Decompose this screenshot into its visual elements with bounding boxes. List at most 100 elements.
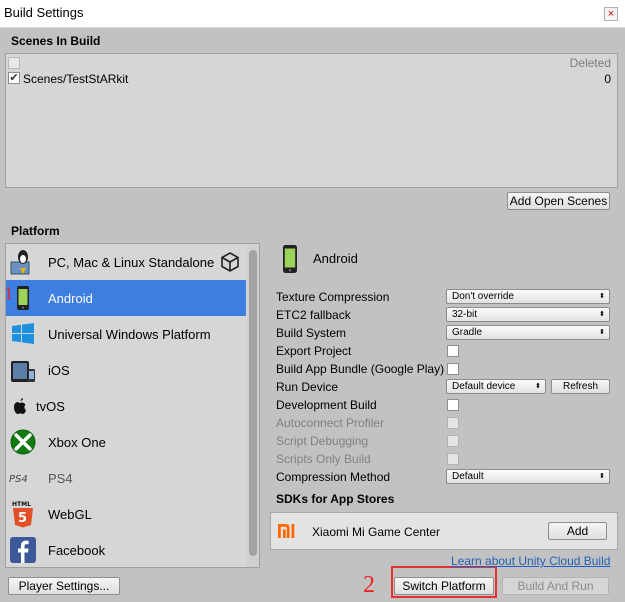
platform-label: PS4 — [48, 471, 73, 486]
cloud-build-link[interactable]: Learn about Unity Cloud Build — [451, 554, 610, 568]
chevron-updown-icon: ⬍ — [599, 293, 605, 300]
chevron-updown-icon: ⬍ — [599, 473, 605, 480]
facebook-icon — [9, 536, 37, 564]
chevron-updown-icon: ⬍ — [535, 383, 541, 390]
scripts-only-build-row: Scripts Only Build — [276, 450, 616, 468]
sdks-section-title: SDKs for App Stores — [276, 492, 395, 506]
add-sdk-button[interactable]: Add — [548, 522, 607, 540]
platform-item-tvos[interactable]: tvOS — [6, 388, 246, 424]
scripts-only-build-label: Scripts Only Build — [276, 452, 371, 466]
dropdown-value: Default device — [452, 381, 516, 392]
texture-compression-dropdown[interactable]: Don't override ⬍ — [446, 289, 610, 304]
etc2-fallback-label: ETC2 fallback — [276, 308, 351, 322]
compression-method-dropdown[interactable]: Default ⬍ — [446, 469, 610, 484]
export-project-checkbox[interactable] — [447, 345, 459, 357]
platform-item-uwp[interactable]: Universal Windows Platform — [6, 316, 246, 352]
platform-item-xbox[interactable]: Xbox One — [6, 424, 246, 460]
platform-label: Xbox One — [48, 435, 106, 450]
platform-item-android[interactable]: Android — [6, 280, 246, 316]
build-system-row: Build System Gradle ⬍ — [276, 324, 616, 342]
dropdown-value: Gradle — [452, 327, 483, 338]
platform-item-ios[interactable]: iOS — [6, 352, 246, 388]
platform-label: PC, Mac & Linux Standalone — [48, 255, 215, 270]
window-title: Build Settings — [4, 5, 84, 20]
platform-list-scrollbar[interactable] — [247, 244, 259, 567]
scene-index: 0 — [604, 72, 611, 86]
ps4-icon: PS4 — [9, 464, 37, 492]
pc-mac-linux-icon — [9, 248, 37, 276]
compression-method-label: Compression Method — [276, 470, 391, 484]
build-system-dropdown[interactable]: Gradle ⬍ — [446, 325, 610, 340]
ios-icon — [9, 356, 37, 384]
platform-label: Facebook — [48, 543, 106, 558]
xiaomi-icon — [277, 521, 299, 541]
platform-list: PC, Mac & Linux Standalone Android Unive… — [5, 243, 260, 568]
scenes-list: Deleted ✔ Scenes/TestStARkit 0 — [5, 53, 618, 188]
scenes-section-title: Scenes In Build — [11, 34, 101, 48]
scripts-only-build-checkbox — [447, 453, 459, 465]
build-app-bundle-label: Build App Bundle (Google Play) — [276, 362, 445, 376]
chevron-updown-icon: ⬍ — [599, 311, 605, 318]
settings-platform-title: Android — [313, 251, 358, 266]
script-debugging-checkbox — [447, 435, 459, 447]
scene-row[interactable]: ✔ Scenes/TestStARkit 0 — [6, 70, 617, 86]
svg-text:HTML: HTML — [12, 501, 31, 508]
platform-label: WebGL — [48, 507, 92, 522]
scrollbar-thumb[interactable] — [249, 250, 257, 556]
platform-section-title: Platform — [11, 224, 60, 238]
annotation-marker-2: 2 — [363, 572, 375, 598]
texture-compression-label: Texture Compression — [276, 290, 390, 304]
sdk-name: Xiaomi Mi Game Center — [312, 525, 441, 539]
development-build-checkbox[interactable] — [447, 399, 459, 411]
platform-item-webgl[interactable]: HTML 5 WebGL — [6, 496, 246, 532]
export-project-row: Export Project — [276, 342, 616, 360]
platform-label: iOS — [48, 363, 70, 378]
scene-checkbox[interactable]: ✔ — [8, 72, 20, 84]
player-settings-button[interactable]: Player Settings... — [8, 577, 120, 595]
texture-compression-row: Texture Compression Don't override ⬍ — [276, 288, 616, 306]
tvos-icon — [9, 392, 37, 420]
android-icon — [277, 244, 303, 274]
xbox-icon — [9, 428, 37, 456]
title-bar: Build Settings × — [0, 0, 625, 28]
svg-text:PS4: PS4 — [9, 474, 28, 485]
chevron-updown-icon: ⬍ — [599, 329, 605, 336]
dropdown-value: Default — [452, 471, 484, 482]
platform-label: Universal Windows Platform — [48, 327, 211, 342]
platform-label: Android — [48, 291, 93, 306]
run-device-row: Run Device Default device ⬍ Refresh — [276, 378, 616, 396]
etc2-fallback-dropdown[interactable]: 32-bit ⬍ — [446, 307, 610, 322]
development-build-label: Development Build — [276, 398, 377, 412]
switch-platform-button[interactable]: Switch Platform — [394, 577, 494, 595]
platform-item-standalone[interactable]: PC, Mac & Linux Standalone — [6, 244, 246, 280]
dropdown-value: 32-bit — [452, 309, 478, 320]
close-icon[interactable]: × — [604, 7, 618, 21]
export-project-label: Export Project — [276, 344, 352, 358]
platform-label: tvOS — [36, 399, 65, 414]
build-system-label: Build System — [276, 326, 347, 340]
select-all-checkbox[interactable] — [8, 57, 20, 69]
autoconnect-profiler-row: Autoconnect Profiler — [276, 414, 616, 432]
etc2-fallback-row: ETC2 fallback 32-bit ⬍ — [276, 306, 616, 324]
script-debugging-row: Script Debugging — [276, 432, 616, 450]
svg-text:5: 5 — [18, 511, 27, 526]
compression-method-row: Compression Method Default ⬍ — [276, 468, 616, 486]
development-build-row: Development Build — [276, 396, 616, 414]
build-and-run-button: Build And Run — [502, 577, 609, 595]
platform-item-facebook[interactable]: Facebook — [6, 532, 246, 567]
deleted-header: Deleted — [569, 56, 611, 70]
html5-icon: HTML 5 — [9, 500, 37, 528]
add-open-scenes-button[interactable]: Add Open Scenes — [507, 192, 610, 210]
platform-item-ps4[interactable]: PS4 PS4 — [6, 460, 246, 496]
run-device-dropdown[interactable]: Default device ⬍ — [446, 379, 546, 394]
sdk-item: Xiaomi Mi Game Center Add — [270, 512, 618, 550]
annotation-marker-1: 1 — [4, 283, 13, 303]
run-device-label: Run Device — [276, 380, 339, 394]
windows-icon — [9, 320, 37, 348]
android-icon — [9, 284, 37, 312]
refresh-button[interactable]: Refresh — [551, 379, 610, 394]
build-app-bundle-row: Build App Bundle (Google Play) — [276, 360, 616, 378]
scene-name: Scenes/TestStARkit — [23, 72, 129, 86]
script-debugging-label: Script Debugging — [276, 434, 369, 448]
build-app-bundle-checkbox[interactable] — [447, 363, 459, 375]
